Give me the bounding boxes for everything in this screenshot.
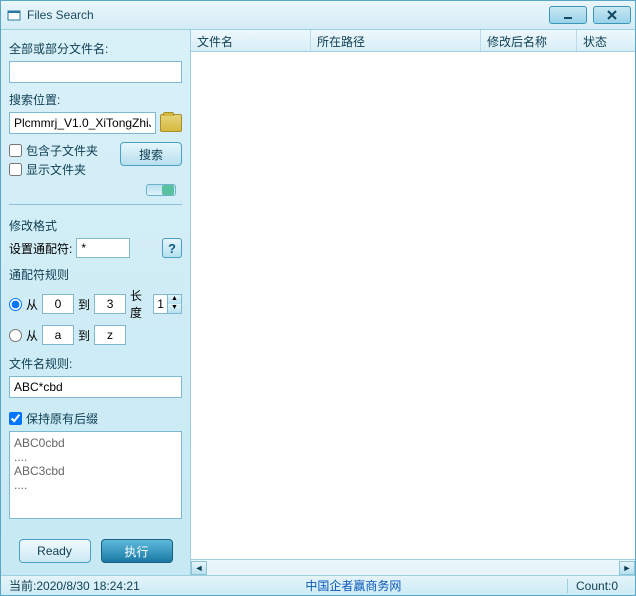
- show-folders-checkbox[interactable]: 显示文件夹: [9, 161, 116, 178]
- col-filename[interactable]: 文件名: [191, 30, 311, 51]
- to-label-1: 到: [78, 296, 90, 313]
- results-panel: 文件名 所在路径 修改后名称 状态 ◄ ►: [191, 30, 635, 575]
- location-label: 搜索位置:: [9, 91, 182, 108]
- length-spinner[interactable]: 1 ▲ ▼: [153, 294, 182, 314]
- ready-button[interactable]: Ready: [19, 539, 91, 563]
- filename-label: 全部或部分文件名:: [9, 40, 182, 57]
- results-list[interactable]: [191, 52, 635, 559]
- status-count: Count:0: [567, 579, 627, 593]
- col-renamed[interactable]: 修改后名称: [481, 30, 577, 51]
- numeric-range-radio[interactable]: [9, 298, 22, 311]
- titlebar: Files Search: [1, 1, 635, 29]
- scroll-track[interactable]: [207, 561, 619, 575]
- to-label-2: 到: [78, 327, 90, 344]
- show-folders-label: 显示文件夹: [26, 161, 86, 178]
- search-button[interactable]: 搜索: [120, 142, 182, 166]
- modify-format-title: 修改格式: [9, 217, 182, 234]
- divider: [9, 204, 182, 205]
- from-label-2: 从: [26, 327, 38, 344]
- keep-extension-checkbox[interactable]: 保持原有后缀: [9, 410, 182, 427]
- help-icon[interactable]: ?: [162, 238, 182, 258]
- keep-extension-label: 保持原有后缀: [26, 410, 98, 427]
- wildcard-input[interactable]: [76, 238, 130, 258]
- char-from-input[interactable]: [42, 325, 74, 345]
- length-value: 1: [154, 297, 167, 311]
- search-panel: 全部或部分文件名: 搜索位置: 包含子文件夹 显示文件夹 搜索: [1, 30, 191, 575]
- scroll-left-icon[interactable]: ◄: [191, 561, 207, 575]
- execute-button[interactable]: 执行: [101, 539, 173, 563]
- body: 全部或部分文件名: 搜索位置: 包含子文件夹 显示文件夹 搜索: [1, 29, 635, 575]
- num-to-input[interactable]: [94, 294, 126, 314]
- length-label: 长度: [130, 287, 149, 321]
- from-label-1: 从: [26, 296, 38, 313]
- status-bar: 当前: 2020/8/30 18:24:21 中国企者赢商务网 Count:0: [1, 575, 635, 595]
- close-button[interactable]: [593, 6, 631, 24]
- numeric-range-row: 从 到 长度 1 ▲ ▼: [9, 287, 182, 321]
- char-range-row: 从 到: [9, 325, 182, 345]
- char-range-radio[interactable]: [9, 329, 22, 342]
- app-window: Files Search 全部或部分文件名: 搜索位置: 包含子文件夹: [0, 0, 636, 596]
- location-input[interactable]: [9, 112, 156, 134]
- status-time-prefix: 当前:: [9, 577, 36, 594]
- include-subfolders-checkbox[interactable]: 包含子文件夹: [9, 142, 116, 159]
- status-time: 2020/8/30 18:24:21: [36, 579, 139, 593]
- wildcard-label: 设置通配符:: [9, 240, 72, 257]
- name-rule-label: 文件名规则:: [9, 355, 182, 372]
- name-rule-input[interactable]: [9, 376, 182, 398]
- col-status[interactable]: 状态: [577, 30, 635, 51]
- horizontal-scrollbar[interactable]: ◄ ►: [191, 559, 635, 575]
- spinner-down-icon[interactable]: ▼: [168, 304, 181, 313]
- filename-input[interactable]: [9, 61, 182, 83]
- preview-box: ABC0cbd .... ABC3cbd ....: [9, 431, 182, 519]
- footer-link[interactable]: 中国企者赢商务网: [305, 579, 401, 593]
- browse-folder-icon[interactable]: [160, 114, 182, 132]
- col-path[interactable]: 所在路径: [311, 30, 481, 51]
- results-header: 文件名 所在路径 修改后名称 状态: [191, 30, 635, 52]
- panel-toggle[interactable]: [146, 184, 176, 196]
- num-from-input[interactable]: [42, 294, 74, 314]
- include-subfolders-label: 包含子文件夹: [26, 142, 98, 159]
- wildcard-rule-title: 通配符规则: [9, 266, 182, 283]
- window-title: Files Search: [27, 8, 94, 22]
- scroll-right-icon[interactable]: ►: [619, 561, 635, 575]
- app-icon: [7, 8, 21, 22]
- char-to-input[interactable]: [94, 325, 126, 345]
- spinner-up-icon[interactable]: ▲: [168, 295, 181, 304]
- minimize-button[interactable]: [549, 6, 587, 24]
